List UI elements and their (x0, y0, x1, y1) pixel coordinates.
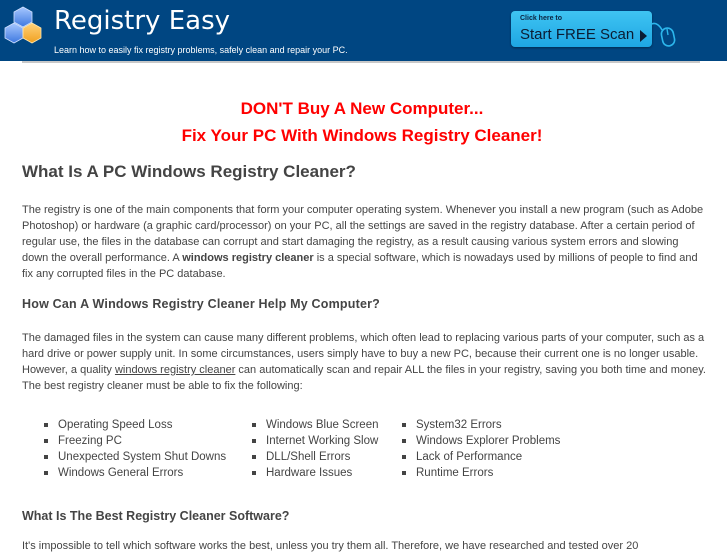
section-heading-what-is: What Is A PC Windows Registry Cleaner? (22, 162, 356, 181)
list-item: Windows Blue Screen (252, 417, 379, 433)
paragraph-how-can: The damaged files in the system can caus… (22, 330, 707, 394)
problems-list-col-3: System32 Errors Windows Explorer Problem… (402, 417, 560, 481)
main-content: DON'T Buy A New Computer... Fix Your PC … (22, 95, 706, 552)
paragraph-best-cleaner: It's impossible to tell which software w… (22, 540, 639, 552)
play-arrow-icon (640, 30, 647, 42)
list-item: Internet Working Slow (252, 433, 379, 449)
site-header: Registry Easy Learn how to easily fix re… (0, 0, 727, 61)
promo-line-2: Fix Your PC With Windows Registry Cleane… (181, 126, 543, 145)
hexagon-cluster-icon[interactable] (2, 4, 44, 48)
scan-button-caption: Click here to (520, 15, 563, 22)
section-heading-best-cleaner: What Is The Best Registry Cleaner Softwa… (22, 509, 290, 523)
list-item: Windows Explorer Problems (402, 433, 560, 449)
paragraph-what-is: The registry is one of the main componen… (22, 202, 707, 282)
list-item: Windows General Errors (44, 465, 226, 481)
problems-list-col-1: Operating Speed Loss Freezing PC Unexpec… (44, 417, 226, 481)
section-heading-how-can: How Can A Windows Registry Cleaner Help … (22, 297, 381, 311)
list-item: DLL/Shell Errors (252, 449, 379, 465)
promo-headline: DON'T Buy A New Computer... Fix Your PC … (22, 95, 702, 149)
header-divider (22, 61, 700, 63)
list-item: Lack of Performance (402, 449, 560, 465)
problems-list-col-2: Windows Blue Screen Internet Working Slo… (252, 417, 379, 481)
site-title[interactable]: Registry Easy (54, 6, 230, 36)
list-item: Operating Speed Loss (44, 417, 226, 433)
list-item: Runtime Errors (402, 465, 560, 481)
list-item: Unexpected System Shut Downs (44, 449, 226, 465)
start-free-scan-button[interactable]: Click here to Start FREE Scan (511, 11, 652, 47)
scan-button-label: Start FREE Scan (520, 26, 635, 43)
promo-line-1: DON'T Buy A New Computer... (240, 99, 484, 118)
tagline: Learn how to easily fix registry problem… (54, 45, 348, 55)
list-item: Freezing PC (44, 433, 226, 449)
registry-cleaner-link[interactable]: windows registry cleaner (115, 364, 235, 376)
computer-mouse-icon (651, 22, 676, 47)
bold-keyword: windows registry cleaner (182, 252, 314, 264)
list-item: Hardware Issues (252, 465, 379, 481)
list-item: System32 Errors (402, 417, 560, 433)
